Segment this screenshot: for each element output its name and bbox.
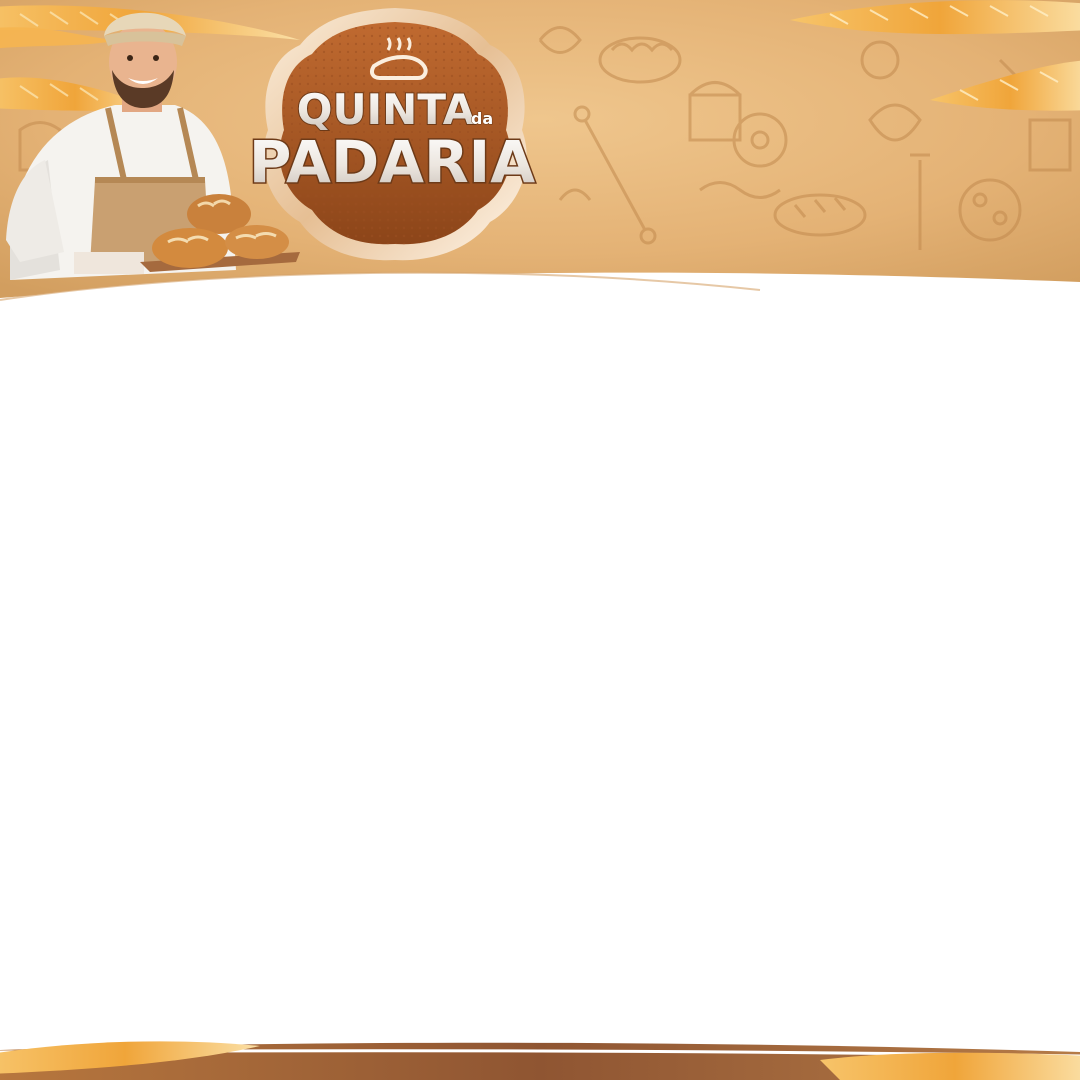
title-line2: PADARIA xyxy=(249,128,535,196)
title-line1: QUINTA xyxy=(297,85,476,134)
title-small: da xyxy=(471,109,493,128)
header-banner: QUINTA da PADARIA xyxy=(0,0,1080,310)
content-area xyxy=(0,310,1080,1030)
header-art: QUINTA da PADARIA xyxy=(0,0,1080,310)
footer-art xyxy=(0,1041,1080,1080)
footer-band xyxy=(0,1030,1080,1080)
promo-canvas: QUINTA da PADARIA xyxy=(0,0,1080,1080)
